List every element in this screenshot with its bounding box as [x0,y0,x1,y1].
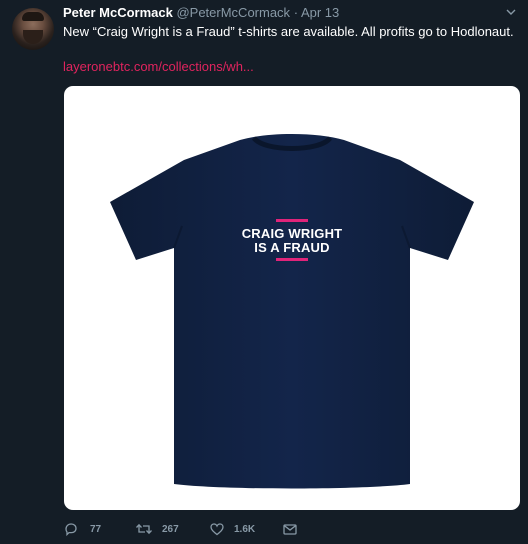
direct-message-button[interactable] [282,520,298,538]
avatar[interactable] [12,8,54,50]
tweet-date[interactable]: Apr 13 [301,5,339,20]
like-count: 1.6K [234,523,256,535]
shirt-top-bar [276,219,308,222]
tweet-text: New “Craig Wright is a Fraud” t-shirts a… [63,24,514,39]
tweet-header: Peter McCormack @PeterMcCormack · Apr 13 [63,5,339,21]
retweet-icon [136,523,152,535]
reply-icon [65,523,77,537]
retweet-button[interactable]: 267 [135,520,179,538]
envelope-icon [283,524,297,535]
tshirt-image [110,134,474,489]
reply-count: 77 [90,523,102,535]
heart-icon [210,523,224,536]
author-handle[interactable]: @PeterMcCormack [176,5,290,20]
avatar-hair [22,12,44,21]
reply-button[interactable]: 77 [63,520,101,538]
separator: · [293,5,299,20]
avatar-beard [23,30,43,44]
retweet-count: 267 [162,523,179,535]
tweet[interactable]: Peter McCormack @PeterMcCormack · Apr 13… [0,0,528,544]
chevron-down-icon[interactable] [504,6,518,20]
shirt-bottom-bar [276,258,308,261]
author-name[interactable]: Peter McCormack [63,5,173,20]
tweet-media-image[interactable]: CRAIG WRIGHT IS A FRAUD [64,86,520,510]
tweet-link[interactable]: layeronebtc.com/collections/wh... [63,59,254,74]
shirt-text-line-2: IS A FRAUD [254,240,330,255]
like-button[interactable]: 1.6K [209,520,255,538]
shirt-text-line-1: CRAIG WRIGHT [241,226,343,241]
